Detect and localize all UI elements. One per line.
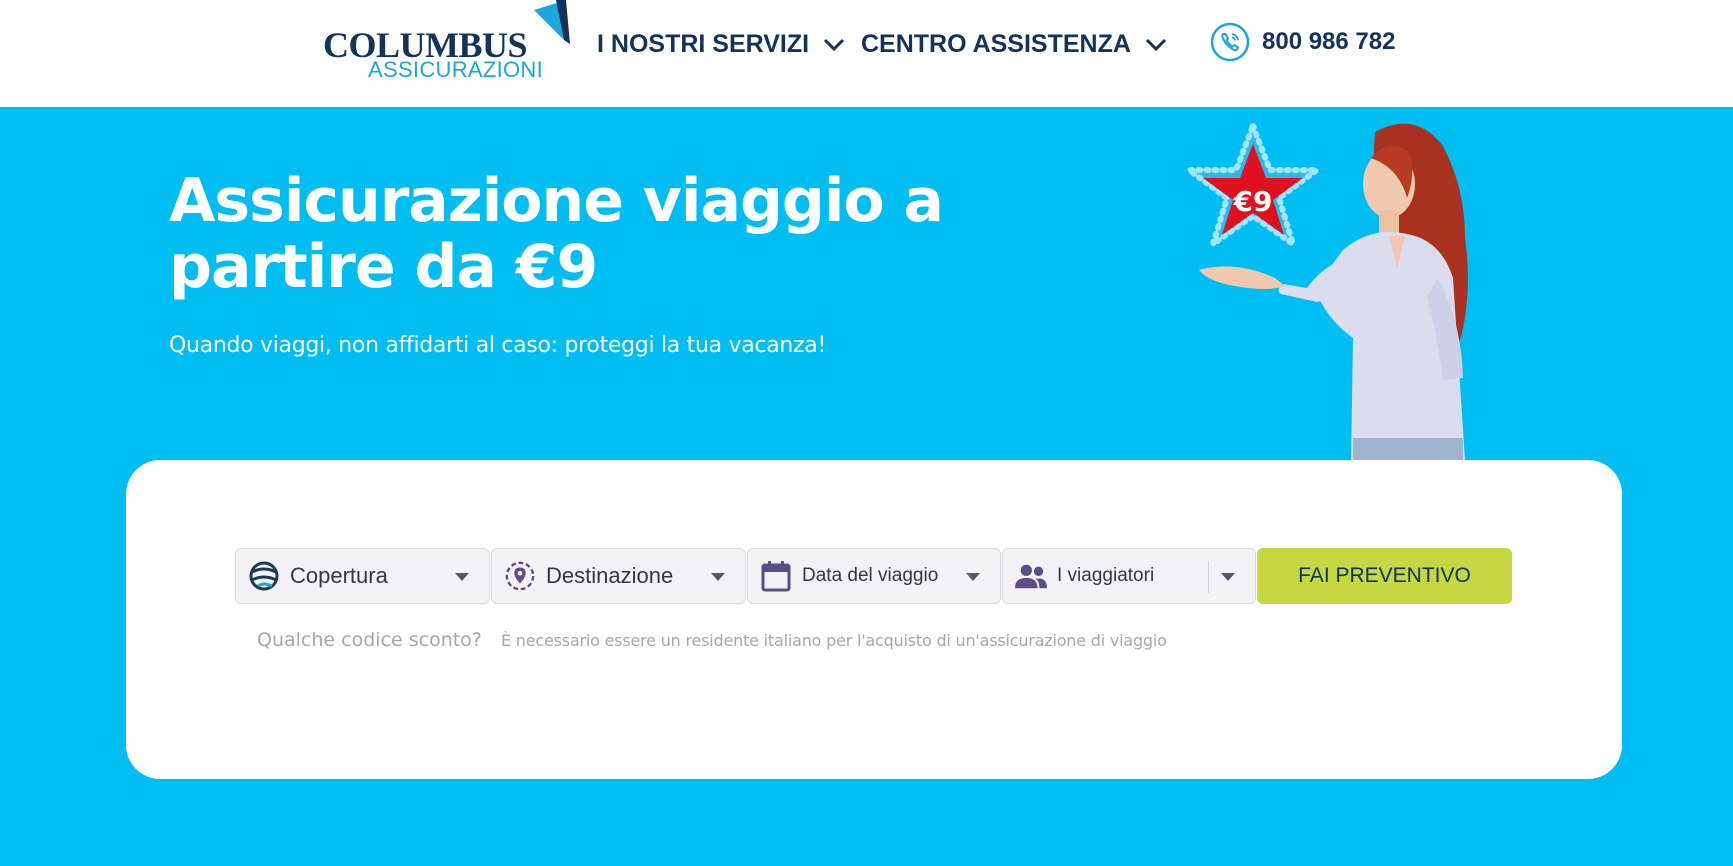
quote-form-row: Copertura Destinazione Data del viaggio … bbox=[235, 548, 1512, 604]
hero-subtitle: Quando viaggi, non affidarti al caso: pr… bbox=[169, 333, 826, 358]
site-header: COLUMBUS ASSICURAZIONI I NOSTRI SERVIZI … bbox=[0, 0, 1733, 107]
people-icon bbox=[1015, 560, 1047, 592]
divider bbox=[1208, 561, 1209, 593]
copertura-select[interactable]: Copertura bbox=[235, 548, 490, 604]
phone-icon bbox=[1210, 22, 1250, 62]
phone-number: 800 986 782 bbox=[1262, 28, 1396, 55]
data-viaggio-select[interactable]: Data del viaggio bbox=[747, 548, 1001, 604]
destinazione-label: Destinazione bbox=[546, 563, 674, 588]
location-pin-icon bbox=[504, 560, 536, 592]
chevron-down-icon bbox=[824, 38, 845, 51]
caret-down-icon bbox=[966, 573, 980, 581]
caret-down-icon bbox=[1221, 573, 1235, 581]
globe-icon bbox=[248, 560, 280, 592]
hero-woman-with-star-image: €9 bbox=[1179, 118, 1468, 460]
sail-icon bbox=[534, 0, 570, 44]
caret-down-icon bbox=[711, 573, 725, 581]
hero-title: Assicurazione viaggio a partire da €9 bbox=[169, 166, 944, 302]
nav-servizi[interactable]: I NOSTRI SERVIZI bbox=[597, 30, 845, 59]
logo-tagline: ASSICURAZIONI bbox=[368, 57, 544, 82]
quote-form-card: Copertura Destinazione Data del viaggio … bbox=[126, 460, 1622, 779]
nav-assistenza[interactable]: CENTRO ASSISTENZA bbox=[861, 30, 1167, 59]
badge-price: €9 bbox=[1233, 185, 1273, 218]
chevron-down-icon bbox=[1145, 38, 1166, 51]
destinazione-select[interactable]: Destinazione bbox=[491, 548, 746, 604]
residency-notice: È necessario essere un residente italian… bbox=[501, 631, 1167, 650]
nav-assistenza-label: CENTRO ASSISTENZA bbox=[861, 30, 1131, 58]
viaggiatori-select[interactable]: I viaggiatori bbox=[1002, 548, 1256, 604]
data-viaggio-label: Data del viaggio bbox=[802, 565, 939, 586]
phone-link[interactable]: 800 986 782 bbox=[1210, 22, 1395, 62]
discount-code-link[interactable]: Qualche codice sconto? bbox=[257, 629, 482, 651]
calendar-icon bbox=[760, 560, 792, 592]
fai-preventivo-button[interactable]: FAI PREVENTIVO bbox=[1257, 548, 1512, 604]
copertura-label: Copertura bbox=[290, 563, 388, 588]
viaggiatori-label: I viaggiatori bbox=[1057, 565, 1155, 586]
caret-down-icon bbox=[455, 573, 469, 581]
nav-servizi-label: I NOSTRI SERVIZI bbox=[597, 30, 810, 58]
columbus-logo[interactable]: COLUMBUS ASSICURAZIONI bbox=[323, 0, 573, 88]
